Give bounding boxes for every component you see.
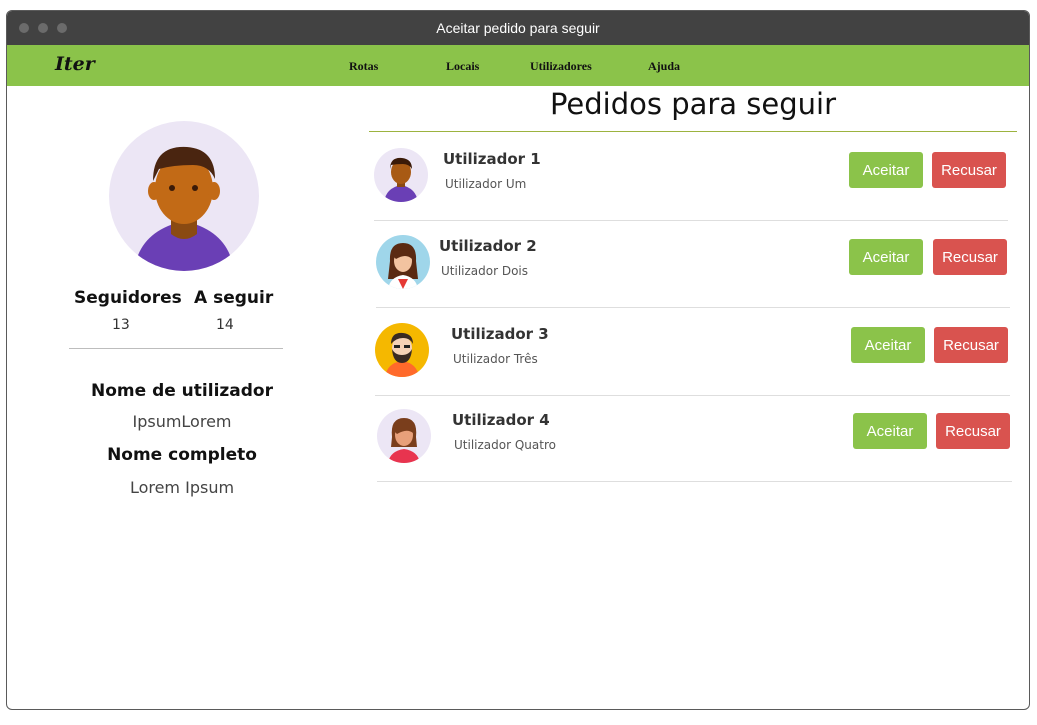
username-value: IpsumLorem [132, 412, 232, 431]
nav-item-rotas[interactable]: Rotas [349, 59, 378, 74]
fullname-value: Lorem Ipsum [129, 478, 235, 497]
woman-avatar-icon [388, 243, 418, 289]
nav-item-ajuda[interactable]: Ajuda [648, 59, 680, 74]
following-count: 14 [216, 317, 234, 333]
reject-button[interactable]: Recusar [932, 152, 1006, 188]
request-username: Utilizador 3 [451, 325, 549, 343]
accept-button[interactable]: Aceitar [851, 327, 925, 363]
bearded-man-avatar-icon [385, 332, 419, 377]
fullname-label: Nome completo [107, 445, 257, 465]
navbar: Iter Rotas Locais Utilizadores Ajuda [7, 45, 1029, 86]
reject-button[interactable]: Recusar [934, 327, 1008, 363]
request-username: Utilizador 1 [443, 150, 541, 168]
accept-button[interactable]: Aceitar [849, 152, 923, 188]
nav-item-locais[interactable]: Locais [446, 59, 479, 74]
minimize-window-dot[interactable] [38, 23, 48, 33]
avatar-icon [134, 146, 234, 271]
maximize-window-dot[interactable] [57, 23, 67, 33]
request-row: Utilizador 3 Utilizador Três Aceitar Rec… [375, 308, 1010, 396]
app-logo[interactable]: Iter [55, 53, 95, 75]
app-window: Aceitar pedido para seguir Iter Rotas Lo… [6, 10, 1030, 710]
followers-count: 13 [112, 317, 130, 333]
reject-button[interactable]: Recusar [933, 239, 1007, 275]
following-label: A seguir [194, 288, 274, 308]
user-avatar [375, 323, 429, 377]
request-username: Utilizador 4 [452, 411, 550, 429]
man-avatar-icon [384, 157, 418, 202]
profile-panel: Seguidores 13 A seguir 14 Nome de utiliz… [7, 86, 357, 706]
request-row: Utilizador 1 Utilizador Um Aceitar Recus… [374, 133, 1008, 221]
request-fullname: Utilizador Um [445, 177, 527, 191]
woman-avatar-icon [388, 418, 420, 463]
request-fullname: Utilizador Três [453, 352, 538, 366]
request-fullname: Utilizador Dois [441, 264, 529, 278]
request-row: Utilizador 4 Utilizador Quatro Aceitar R… [377, 394, 1012, 482]
request-row: Utilizador 2 Utilizador Dois Aceitar Rec… [376, 220, 1010, 308]
profile-avatar [109, 121, 259, 271]
accept-button[interactable]: Aceitar [849, 239, 923, 275]
title-bar: Aceitar pedido para seguir [7, 11, 1029, 45]
user-avatar [377, 409, 431, 463]
accept-button[interactable]: Aceitar [853, 413, 927, 449]
nav-item-utilizadores[interactable]: Utilizadores [530, 59, 592, 74]
window-controls [19, 23, 67, 33]
title-divider [369, 131, 1017, 132]
request-username: Utilizador 2 [439, 237, 537, 255]
followers-label: Seguidores [74, 288, 182, 308]
request-fullname: Utilizador Quatro [454, 438, 556, 452]
profile-divider [69, 348, 283, 349]
reject-button[interactable]: Recusar [936, 413, 1010, 449]
user-avatar [376, 235, 430, 289]
user-avatar [374, 148, 428, 202]
window-title: Aceitar pedido para seguir [436, 20, 600, 36]
page-title: Pedidos para seguir [549, 87, 837, 121]
username-label: Nome de utilizador [91, 381, 273, 401]
close-window-dot[interactable] [19, 23, 29, 33]
